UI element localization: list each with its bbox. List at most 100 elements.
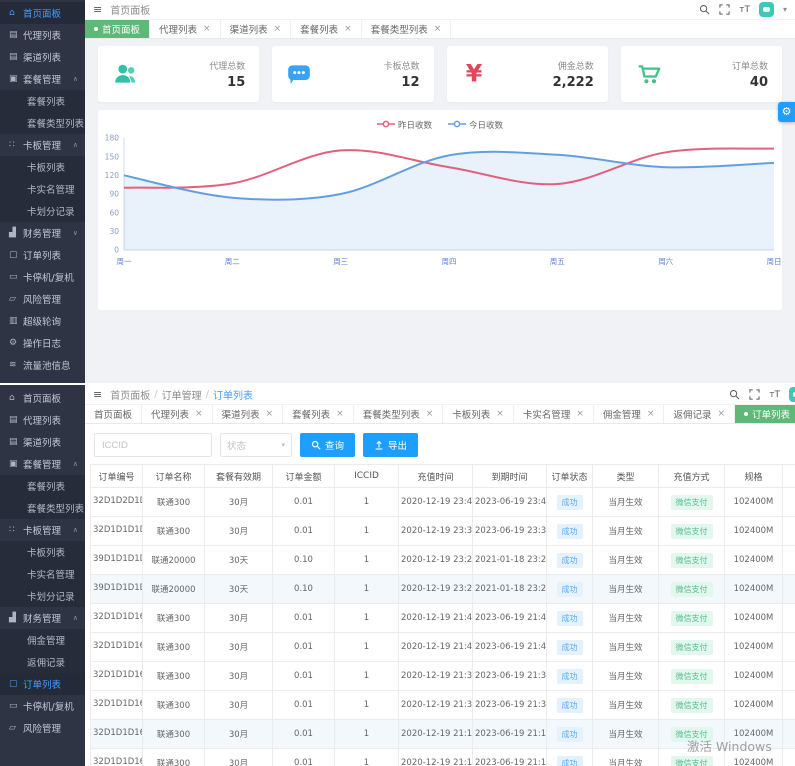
status-badge[interactable]: 成功 <box>557 640 583 655</box>
table-row[interactable]: 32D1D1D1608 320706联通30030月0.0112020-12-1… <box>91 720 795 749</box>
settings-gear-button[interactable]: ⚙ <box>778 102 795 122</box>
sidebar-subitem[interactable]: 卡板列表 <box>0 541 85 563</box>
sidebar-subitem[interactable]: 卡划分记录 <box>0 585 85 607</box>
payment-badge[interactable]: 微信支付 <box>671 727 713 742</box>
sidebar-item[interactable]: ⌂首页面板 <box>0 387 85 409</box>
legend-item[interactable]: 今日收数 <box>448 119 503 131</box>
status-select[interactable]: 状态 ▾ <box>220 433 292 457</box>
column-header[interactable]: 订单编号 <box>91 465 143 488</box>
breadcrumb-item[interactable]: 首页面板 <box>110 2 150 17</box>
close-icon[interactable]: × <box>434 24 442 34</box>
close-icon[interactable]: × <box>717 409 725 419</box>
fullscreen-icon[interactable] <box>719 4 730 15</box>
status-badge[interactable]: 成功 <box>557 611 583 626</box>
close-icon[interactable]: × <box>336 409 344 419</box>
table-row[interactable]: 32D1D1D1608 320447联通30030月0.0112020-12-1… <box>91 749 795 766</box>
column-header[interactable]: 充值时间 <box>399 465 473 488</box>
iccid-input[interactable] <box>94 433 212 457</box>
status-badge[interactable]: 成功 <box>557 698 583 713</box>
tab-item[interactable]: 套餐列表× <box>291 20 362 38</box>
tab-item[interactable]: 渠道列表× <box>221 20 292 38</box>
tab-item[interactable]: 套餐类型列表× <box>354 405 444 423</box>
close-icon[interactable]: × <box>576 409 584 419</box>
sidebar-subitem[interactable]: 套餐列表 <box>0 90 85 112</box>
column-header[interactable]: 订单状态 <box>547 465 593 488</box>
tab-item[interactable]: 套餐类型列表× <box>362 20 452 38</box>
fullscreen-icon[interactable] <box>749 389 760 400</box>
sidebar-subitem[interactable]: 佣金管理 <box>0 629 85 651</box>
tab-item[interactable]: 首页面板 <box>85 405 142 423</box>
table-row[interactable]: 32D1D1D1608 322120联通30030月0.0112020-12-1… <box>91 633 795 662</box>
payment-badge[interactable]: 微信支付 <box>671 611 713 626</box>
avatar[interactable] <box>789 387 795 402</box>
table-row[interactable]: 32D1D1D1608 321355联通30030月0.0112020-12-1… <box>91 691 795 720</box>
table-row[interactable]: 39D1D1D1D16 08391665联通2000030天0.1012020-… <box>91 575 795 604</box>
column-header[interactable]: 规格 <box>725 465 783 488</box>
status-badge[interactable]: 成功 <box>557 495 583 510</box>
status-badge[interactable]: 成功 <box>557 582 583 597</box>
sidebar-item[interactable]: ▣套餐管理∧ <box>0 68 85 90</box>
sidebar-item[interactable]: ▤渠道列表 <box>0 46 85 68</box>
search-button[interactable]: 查询 <box>300 433 355 457</box>
payment-badge[interactable]: 微信支付 <box>671 582 713 597</box>
sidebar-item[interactable]: ⌂首页面板 <box>0 2 85 24</box>
status-badge[interactable]: 成功 <box>557 553 583 568</box>
sidebar-item[interactable]: ▣套餐管理∧ <box>0 453 85 475</box>
font-size-icon[interactable]: тT <box>769 390 780 400</box>
sidebar-item[interactable]: ▭卡停机/复机 <box>0 695 85 717</box>
chevron-down-icon[interactable]: ▾ <box>783 5 787 14</box>
tab-item[interactable]: 渠道列表× <box>213 405 284 423</box>
column-header[interactable]: 套餐有效期 <box>205 465 273 488</box>
sidebar-item[interactable]: ▤代理列表 <box>0 409 85 431</box>
breadcrumb-item[interactable]: 订单管理 <box>162 387 202 402</box>
tab-item[interactable]: 卡板列表× <box>443 405 514 423</box>
status-badge[interactable]: 成功 <box>557 524 583 539</box>
sidebar-subitem[interactable]: 套餐类型列表 <box>0 497 85 519</box>
tab-item[interactable]: 佣金管理× <box>594 405 665 423</box>
column-header[interactable]: 订单金额 <box>273 465 335 488</box>
sidebar-item[interactable]: ≋流量池信息 <box>0 354 85 376</box>
sidebar-subitem[interactable]: 卡划分记录 <box>0 200 85 222</box>
column-header[interactable]: 到期时间 <box>473 465 547 488</box>
payment-badge[interactable]: 微信支付 <box>671 698 713 713</box>
menu-toggle-icon[interactable]: ≡ <box>93 3 102 16</box>
tab-active[interactable]: 首页面板 <box>85 20 150 38</box>
sidebar-item[interactable]: ▥超级轮询 <box>0 310 85 332</box>
sidebar-item[interactable]: ▤代理列表 <box>0 24 85 46</box>
payment-badge[interactable]: 微信支付 <box>671 640 713 655</box>
status-badge[interactable]: 成功 <box>557 669 583 684</box>
menu-toggle-icon[interactable]: ≡ <box>93 388 102 401</box>
payment-badge[interactable]: 微信支付 <box>671 669 713 684</box>
status-badge[interactable]: 成功 <box>557 727 583 742</box>
close-icon[interactable]: × <box>426 409 434 419</box>
table-row[interactable]: 32D1D1D1D16 08391325联通30030月0.0112020-12… <box>91 517 795 546</box>
table-row[interactable]: 32D1D2D1D16 08392578联通30030月0.0112020-12… <box>91 488 795 517</box>
payment-badge[interactable]: 微信支付 <box>671 756 713 766</box>
sidebar-subitem[interactable]: 卡板列表 <box>0 156 85 178</box>
column-header[interactable]: 充值方式 <box>659 465 725 488</box>
close-icon[interactable]: × <box>274 24 282 34</box>
sidebar-item[interactable]: ▤渠道列表 <box>0 431 85 453</box>
sidebar-item[interactable]: ▱风险管理 <box>0 288 85 310</box>
breadcrumb-item[interactable]: 首页面板 <box>110 387 150 402</box>
close-icon[interactable]: × <box>203 24 211 34</box>
sidebar-item[interactable]: ▢订单列表 <box>0 244 85 266</box>
sidebar-item[interactable]: ▱风险管理 <box>0 717 85 739</box>
close-icon[interactable]: × <box>496 409 504 419</box>
tab-item[interactable]: 返佣记录× <box>664 405 735 423</box>
search-icon[interactable] <box>729 389 740 400</box>
search-icon[interactable] <box>699 4 710 15</box>
export-button[interactable]: 导出 <box>363 433 418 457</box>
font-size-icon[interactable]: тT <box>739 5 750 15</box>
sidebar-subitem[interactable]: 返佣记录 <box>0 651 85 673</box>
table-row[interactable]: 39D1D1D1D16 08391733联通2000030天0.1012020-… <box>91 546 795 575</box>
column-header[interactable]: 类型 <box>593 465 659 488</box>
sidebar-item[interactable]: ∷卡板管理∧ <box>0 134 85 156</box>
tab-item[interactable]: 套餐列表× <box>283 405 354 423</box>
avatar[interactable] <box>759 2 774 17</box>
sidebar-item[interactable]: ⚙操作日志 <box>0 332 85 354</box>
tab-item[interactable]: 代理列表× <box>142 405 213 423</box>
sidebar-subitem[interactable]: 套餐类型列表 <box>0 112 85 134</box>
payment-badge[interactable]: 微信支付 <box>671 553 713 568</box>
sidebar-subitem[interactable]: 卡实名管理 <box>0 563 85 585</box>
